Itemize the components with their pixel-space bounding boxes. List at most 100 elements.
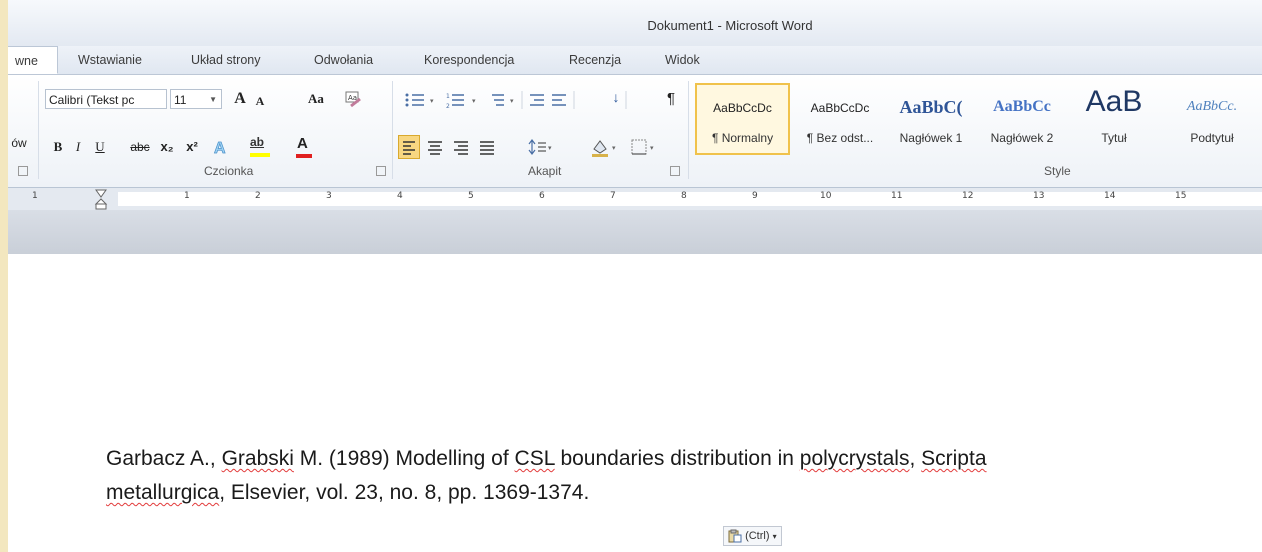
tab-view[interactable]: Widok <box>665 46 700 74</box>
clipboard-icon <box>728 529 742 543</box>
grow-font-button[interactable]: A <box>230 89 250 109</box>
borders-icon[interactable]: ▾ <box>628 135 662 159</box>
shrink-font-button[interactable]: A <box>252 91 268 111</box>
citation-line-2: metallurgica, Elsevier, vol. 23, no. 8, … <box>106 476 1246 510</box>
ruler-number: 4 <box>397 191 403 201</box>
font-group-label: Czcionka <box>204 164 254 178</box>
bold-button[interactable]: B <box>50 137 66 157</box>
tab-review[interactable]: Recenzja <box>569 46 621 74</box>
font-dialog-launcher-icon[interactable] <box>376 166 386 176</box>
align-left-button[interactable] <box>398 135 420 159</box>
ruler-number: 9 <box>752 191 758 201</box>
tab-mailings[interactable]: Korespondencja <box>424 46 514 74</box>
document-text[interactable]: Garbacz A., Grabski M. (1989) Modelling … <box>106 442 1246 510</box>
tab-home[interactable]: wne <box>8 46 58 74</box>
indent-marker-icon[interactable] <box>94 188 108 210</box>
superscript-button[interactable]: x² <box>182 137 202 157</box>
tab-page-layout[interactable]: Układ strony <box>191 46 260 74</box>
svg-text:▾: ▾ <box>430 97 434 105</box>
misspelled-word: Scripta <box>921 447 987 470</box>
horizontal-ruler[interactable]: 1 1 2 3 4 5 6 7 8 9 10 11 12 13 14 15 <box>8 188 1262 211</box>
svg-text:▾: ▾ <box>472 97 476 105</box>
font-size-combo[interactable]: 11 ▼ <box>170 89 222 109</box>
style-sample: AaBbCcDc <box>713 101 772 115</box>
ruler-number: 2 <box>255 191 261 201</box>
ruler-number: 5 <box>468 191 474 201</box>
underline-button[interactable]: U <box>92 137 108 157</box>
ribbon: ów Calibri (Tekst pc 11 ▼ A A Aa Aa B I … <box>8 75 1262 188</box>
window-title: Dokument1 - Microsoft Word <box>647 18 813 33</box>
font-name-combo[interactable]: Calibri (Tekst pc <box>45 89 167 109</box>
style-sample: AaBbCc. <box>1186 99 1238 114</box>
style-sample: AaBbCcDc <box>810 101 870 115</box>
tab-references[interactable]: Odwołania <box>314 46 373 74</box>
title-bar: Dokument1 - Microsoft Word <box>8 0 1262 46</box>
text-effects-icon[interactable]: A <box>212 137 238 157</box>
align-right-button[interactable] <box>450 135 472 159</box>
highlight-label: ab <box>250 135 265 149</box>
paragraph-row-1: 1 2 ▾ ▾ ▾ <box>400 89 685 113</box>
ruler-number: 15 <box>1175 191 1187 201</box>
dialog-launcher-icon[interactable] <box>18 166 28 176</box>
font-color-button[interactable]: A <box>294 135 324 159</box>
text-run: , Elsevier, vol. 23, no. 8, pp. 1369-137… <box>219 481 590 504</box>
svg-text:▾: ▾ <box>612 144 616 152</box>
style-title[interactable]: AaB Tytuł <box>1068 83 1160 155</box>
style-name: ¶ Normalny <box>711 131 774 145</box>
clipboard-group-partial[interactable]: ów <box>8 133 30 153</box>
ruler-number: 12 <box>962 191 974 201</box>
ruler-number: 6 <box>539 191 545 201</box>
ruler-number: 14 <box>1104 191 1116 201</box>
svg-text:A: A <box>214 140 226 157</box>
italic-button[interactable]: I <box>70 137 86 157</box>
paste-options-label: (Ctrl) <box>745 530 770 542</box>
paragraph-group-label: Akapit <box>528 164 562 178</box>
sort-button[interactable]: ↓ <box>606 87 626 107</box>
strikethrough-button[interactable]: abc <box>127 137 153 157</box>
styles-group-label: Style <box>1044 164 1071 178</box>
line-spacing-icon[interactable]: ▾ <box>526 135 556 159</box>
ruler-number: 10 <box>820 191 832 201</box>
citation-line-1: Garbacz A., Grabski M. (1989) Modelling … <box>106 442 1246 476</box>
svg-text:2: 2 <box>446 103 450 110</box>
style-name: Nagłówek 2 <box>990 131 1054 145</box>
chevron-down-icon: ▾ <box>772 532 777 541</box>
style-heading-1[interactable]: AaBbC( Nagłówek 1 <box>886 83 976 155</box>
style-sample: AaB <box>1085 85 1143 118</box>
svg-text:1: 1 <box>446 93 450 100</box>
align-center-button[interactable] <box>424 135 446 159</box>
text-run: boundaries distribution in <box>554 447 800 470</box>
ruler-number: 13 <box>1033 191 1045 201</box>
subscript-button[interactable]: x₂ <box>157 137 177 157</box>
divider <box>688 81 689 179</box>
font-color-label: A <box>297 135 308 152</box>
divider <box>38 81 39 179</box>
style-subtitle[interactable]: AaBbCc. Podtytuł <box>1162 83 1262 155</box>
style-name: Podtytuł <box>1190 131 1234 145</box>
style-normal[interactable]: AaBbCcDc ¶ Normalny <box>695 83 790 155</box>
style-sample: AaBbCc <box>993 98 1051 115</box>
svg-text:▾: ▾ <box>650 144 654 152</box>
tab-insert[interactable]: Wstawianie <box>78 46 142 74</box>
change-case-button[interactable]: Aa <box>304 89 328 109</box>
justify-button[interactable] <box>476 135 498 159</box>
style-sample: AaBbC( <box>899 97 963 117</box>
word-window: Dokument1 - Microsoft Word wne Wstawiani… <box>8 0 1262 552</box>
ruler-number: 8 <box>681 191 687 201</box>
misspelled-word: CSL <box>514 447 555 470</box>
svg-text:▾: ▾ <box>548 144 552 152</box>
show-formatting-button[interactable]: ¶ <box>663 89 679 109</box>
shading-icon[interactable]: ▾ <box>588 135 622 159</box>
style-heading-2[interactable]: AaBbCc Nagłówek 2 <box>978 83 1066 155</box>
style-name: Tytuł <box>1101 131 1127 145</box>
paragraph-dialog-launcher-icon[interactable] <box>670 166 680 176</box>
paste-options-button[interactable]: (Ctrl) ▾ <box>723 526 782 546</box>
text-run: Garbacz A., <box>106 447 222 470</box>
style-no-spacing[interactable]: AaBbCcDc ¶ Bez odst... <box>794 83 886 155</box>
highlight-color-button[interactable]: ab <box>248 135 284 159</box>
clear-formatting-icon[interactable]: Aa <box>343 89 363 109</box>
ribbon-tabs: wne Wstawianie Układ strony Odwołania Ko… <box>8 46 1262 75</box>
misspelled-word: metallurgica <box>106 481 220 504</box>
misspelled-word: polycrystals <box>799 447 910 470</box>
font-color-swatch <box>296 154 312 158</box>
